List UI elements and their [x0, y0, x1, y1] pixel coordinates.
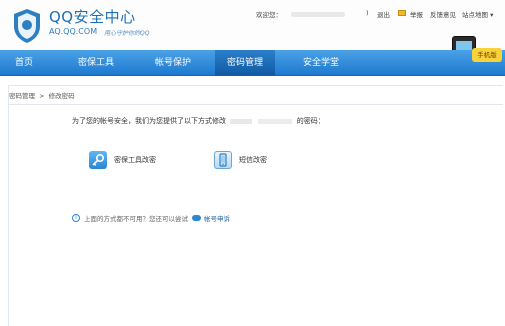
alternative-text: 上面的方式都不可用？您还可以尝试	[84, 215, 188, 223]
sitemap-dropdown[interactable]: 站点地图 ▾	[462, 9, 493, 19]
nav-home[interactable]: 首页	[0, 50, 48, 76]
feedback-link[interactable]: 反馈意见	[430, 9, 456, 19]
breadcrumb-parent[interactable]: 密码管理	[9, 92, 35, 100]
nav-password-management[interactable]: 密码管理	[215, 50, 275, 76]
welcome-text: 欢迎您：	[256, 11, 282, 19]
method-sms[interactable]: 短信改密	[214, 150, 267, 170]
nav-security-school[interactable]: 安全学堂	[287, 50, 355, 76]
divider	[9, 104, 503, 105]
intro-text: 为了您的帐号安全，我们为您提供了以下方式修改 的密码：	[72, 116, 325, 126]
site-header: QQ安全中心 AQ.QQ.COM 用心守护你的QQ 欢迎您： ) 退出 举报 反…	[0, 0, 505, 72]
breadcrumb: 密码管理 > 修改密码	[9, 90, 77, 100]
intro-start: 为了您的帐号安全，我们为您提供了以下方式修改	[72, 117, 226, 125]
method-security-tool[interactable]: 密保工具改密	[89, 150, 156, 170]
nav-security-tools[interactable]: 密保工具	[62, 50, 130, 76]
breadcrumb-current: 修改密码	[48, 92, 75, 100]
paren-close: )	[366, 9, 369, 17]
site-domain: AQ.QQ.COM	[49, 27, 98, 36]
site-title[interactable]: QQ安全中心	[49, 6, 136, 27]
chat-bubble-icon	[192, 215, 201, 221]
shield-logo-icon[interactable]	[12, 8, 42, 44]
nav-account-protection[interactable]: 帐号保护	[140, 50, 206, 76]
intro-end: 的密码：	[296, 117, 325, 125]
phone-icon[interactable]	[214, 151, 232, 169]
masked-account	[258, 118, 293, 124]
method-security-tool-label[interactable]: 密保工具改密	[114, 155, 156, 165]
alternative-hint: i 上面的方式都不可用？您还可以尝试 帐号申诉	[72, 213, 230, 223]
account-appeal-link[interactable]: 帐号申诉	[204, 213, 230, 223]
method-sms-label[interactable]: 短信改密	[239, 155, 267, 165]
report-link[interactable]: 举报	[410, 9, 423, 19]
key-icon[interactable]	[89, 151, 107, 169]
mobile-promo-badge[interactable]: 手机版	[472, 48, 502, 62]
mail-icon[interactable]	[398, 10, 406, 16]
masked-username	[291, 12, 345, 17]
info-icon: i	[72, 214, 80, 222]
logout-link[interactable]: 退出	[377, 9, 390, 19]
breadcrumb-separator: >	[39, 92, 45, 100]
site-slogan: 用心守护你的QQ	[104, 30, 150, 37]
main-nav: 首页 密保工具 帐号保护 密码管理 安全学堂	[0, 50, 505, 76]
masked-text	[230, 118, 253, 124]
